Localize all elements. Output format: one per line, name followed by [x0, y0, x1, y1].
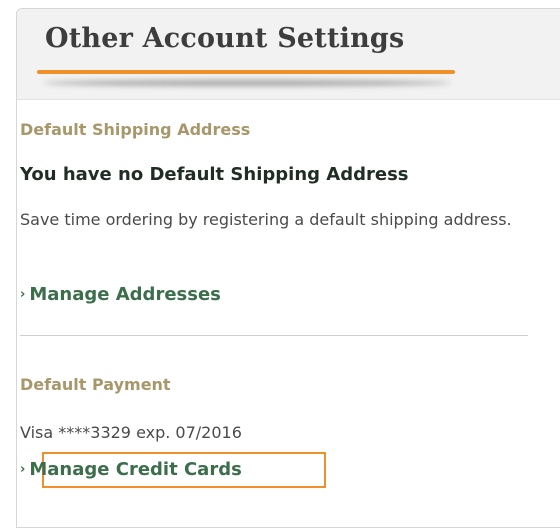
- chevron-right-icon: ›: [20, 287, 26, 302]
- title-underline-shadow: [43, 80, 451, 86]
- shipping-section-heading: Default Shipping Address: [20, 120, 251, 139]
- panel-header: Other Account Settings: [17, 9, 560, 100]
- default-card-info: Visa ****3329 exp. 07/2016: [20, 423, 242, 442]
- shipping-status-text: You have no Default Shipping Address: [20, 164, 409, 185]
- account-settings-panel: Other Account Settings: [16, 8, 560, 528]
- manage-addresses-link[interactable]: › Manage Addresses: [20, 284, 221, 305]
- payment-section-heading: Default Payment: [20, 375, 171, 394]
- chevron-right-icon: ›: [20, 462, 26, 477]
- manage-credit-cards-wrap: › Manage Credit Cards: [20, 459, 242, 480]
- manage-addresses-label: Manage Addresses: [29, 284, 221, 305]
- shipping-description: Save time ordering by registering a defa…: [20, 210, 512, 229]
- payment-heading-wrap: Default Payment: [20, 375, 171, 394]
- payment-card-wrap: Visa ****3329 exp. 07/2016: [20, 423, 530, 443]
- manage-addresses-wrap: › Manage Addresses: [20, 284, 221, 305]
- shipping-description-wrap: Save time ordering by registering a defa…: [20, 210, 530, 230]
- page-title: Other Account Settings: [45, 23, 405, 54]
- title-underline: [37, 70, 455, 74]
- shipping-status-wrap: You have no Default Shipping Address: [20, 164, 409, 185]
- shipping-heading-wrap: Default Shipping Address: [20, 120, 250, 139]
- manage-credit-cards-link[interactable]: › Manage Credit Cards: [20, 459, 242, 480]
- section-divider: [20, 335, 528, 336]
- manage-credit-cards-label: Manage Credit Cards: [29, 459, 242, 480]
